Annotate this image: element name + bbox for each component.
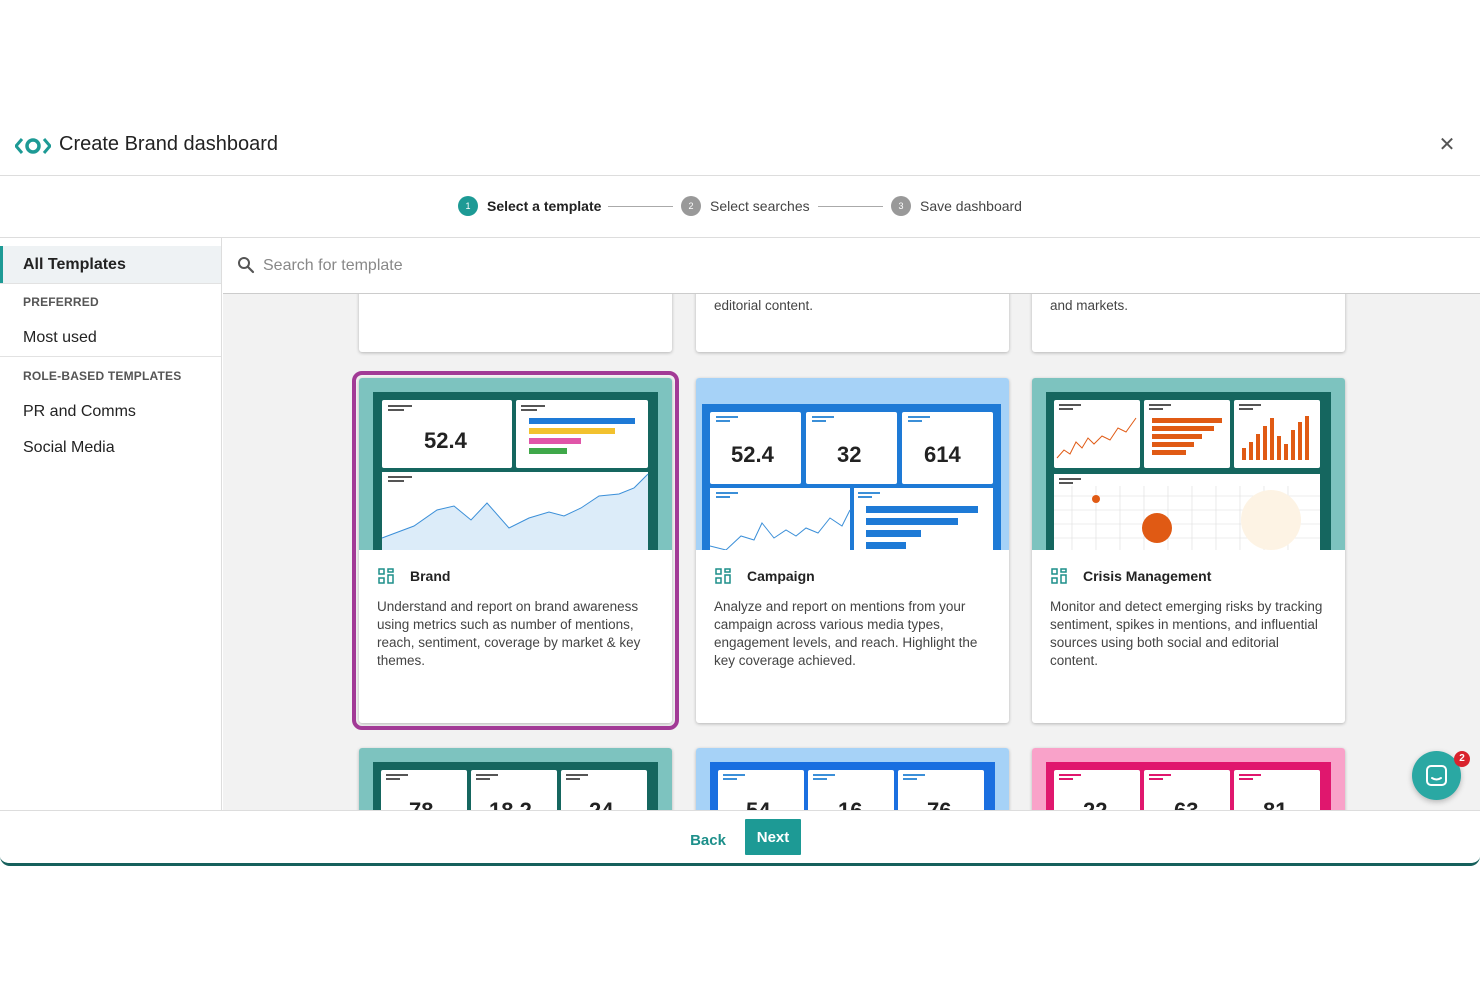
template-card-partial[interactable]: 54 16 76: [696, 748, 1009, 810]
step-connector: [608, 206, 673, 207]
preview-metric: 16: [838, 798, 862, 810]
back-button[interactable]: Back: [683, 824, 733, 856]
template-preview: 54 16 76: [696, 748, 1009, 810]
sidebar-heading-role-based: ROLE-BASED TEMPLATES: [23, 369, 182, 383]
template-card-partial[interactable]: 22 63 81: [1032, 748, 1345, 810]
template-gallery: editorial content. and markets. 52.4: [223, 238, 1480, 810]
preview-metric: 54: [746, 798, 771, 810]
template-sidebar: All Templates PREFERRED Most used ROLE-B…: [0, 238, 222, 810]
preview-metric: 81: [1263, 798, 1287, 810]
preview-metric: 18.2: [489, 798, 532, 810]
card-description: Monitor and detect emerging risks by tra…: [1050, 599, 1323, 668]
preview-metric: 76: [927, 798, 951, 810]
crisis-template-preview: [1032, 378, 1345, 550]
sidebar-item-all-templates[interactable]: All Templates: [0, 246, 221, 283]
card-description: Analyze and report on mentions from your…: [714, 599, 978, 668]
template-card-campaign[interactable]: 52.4 32 614 Campaign Analyze and report …: [696, 378, 1009, 723]
step-save-dashboard: 3 Save dashboard: [891, 196, 1022, 216]
step-label: Select searches: [710, 198, 810, 214]
template-card-brand[interactable]: 52.4 Brand Understand and report on bran…: [352, 371, 679, 730]
preview-metric: 24: [589, 798, 614, 810]
template-preview: 78 18.2 24: [359, 748, 672, 810]
brand-logo-icon: [15, 138, 51, 154]
preview-metric: 52.4: [731, 442, 775, 467]
stepper: 1 Select a template 2 Select searches 3 …: [0, 176, 1480, 238]
brand-template-preview: 52.4: [359, 378, 672, 550]
card-title: Crisis Management: [1083, 568, 1212, 584]
next-button[interactable]: Next: [745, 819, 801, 855]
template-preview: 22 63 81: [1032, 748, 1345, 810]
step-connector: [818, 206, 883, 207]
close-icon[interactable]: ✕: [1437, 135, 1457, 155]
search-input[interactable]: [263, 250, 1063, 282]
preview-metric: 32: [837, 442, 861, 467]
step-number: 2: [681, 196, 701, 216]
modal-header: Create Brand dashboard ✕: [0, 113, 1480, 176]
card-description-partial: and markets.: [1050, 298, 1129, 313]
sidebar-heading-preferred: PREFERRED: [23, 295, 99, 309]
campaign-template-preview: 52.4 32 614: [696, 378, 1009, 550]
step-number: 3: [891, 196, 911, 216]
step-number: 1: [458, 196, 478, 216]
step-label: Select a template: [487, 198, 602, 214]
preview-metric: 63: [1174, 798, 1198, 810]
modal-footer: Back Next: [0, 810, 1480, 863]
divider: [0, 356, 221, 357]
divider: [0, 283, 221, 284]
notification-badge: 2: [1454, 751, 1470, 767]
step-select-template: 1 Select a template: [458, 196, 601, 216]
step-label: Save dashboard: [920, 198, 1022, 214]
sidebar-item-social-media[interactable]: Social Media: [23, 439, 115, 457]
preview-metric: 52.4: [424, 428, 468, 453]
card-description-partial: editorial content.: [714, 298, 814, 313]
search-icon: [238, 257, 255, 274]
preview-metric: 22: [1083, 798, 1107, 810]
dashboard-icon: [715, 568, 731, 584]
preview-metric: 78: [409, 798, 433, 810]
search-bar: [223, 238, 1480, 294]
card-title: Campaign: [747, 568, 815, 584]
chat-icon: [1426, 765, 1447, 786]
card-title: Brand: [410, 568, 451, 584]
template-card-crisis-management[interactable]: Crisis Management Monitor and detect eme…: [1032, 378, 1345, 723]
preview-metric: 614: [924, 442, 961, 467]
template-card-partial[interactable]: 78 18.2 24: [359, 748, 672, 810]
dashboard-icon: [1051, 568, 1067, 584]
modal-title: Create Brand dashboard: [59, 133, 279, 155]
card-description: Understand and report on brand awareness…: [377, 599, 641, 668]
dashboard-icon: [378, 568, 394, 584]
create-dashboard-modal: Create Brand dashboard ✕ 1 Select a temp…: [0, 113, 1480, 866]
sidebar-item-pr-comms[interactable]: PR and Comms: [23, 403, 136, 421]
step-select-searches: 2 Select searches: [681, 196, 810, 216]
sidebar-item-most-used[interactable]: Most used: [23, 329, 97, 347]
